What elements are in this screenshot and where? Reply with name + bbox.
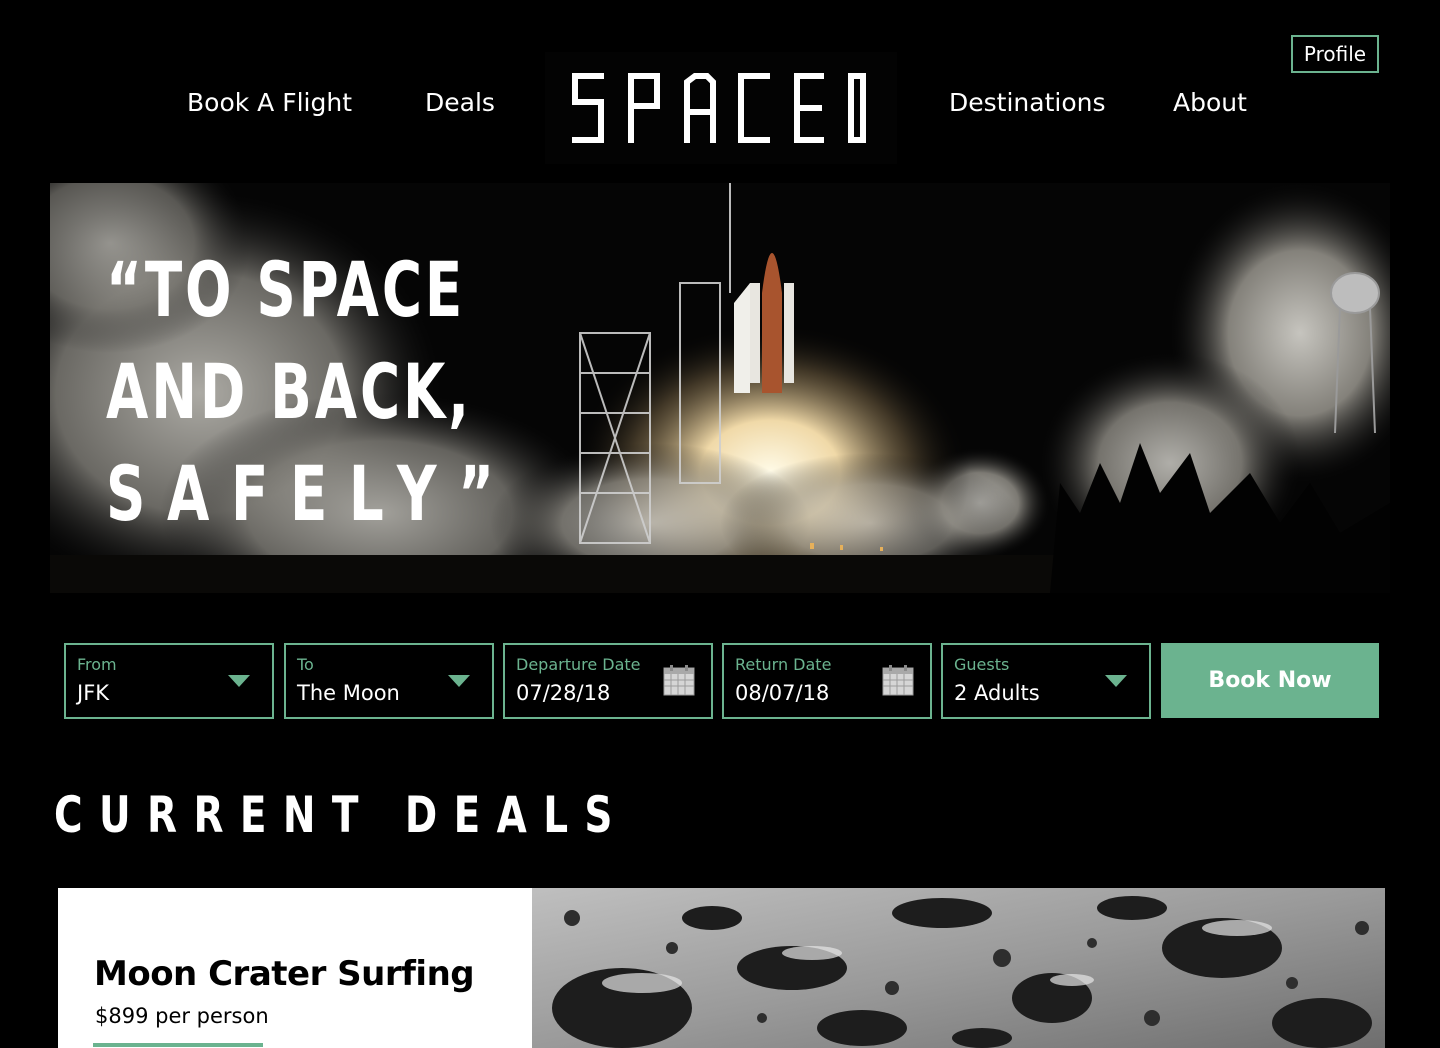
nav-book-a-flight[interactable]: Book A Flight xyxy=(187,88,352,117)
deal-card[interactable]: Moon Crater Surfing $899 per person xyxy=(58,888,532,1048)
deal-price: $899 per person xyxy=(95,1004,269,1028)
nav-about[interactable]: About xyxy=(1173,88,1247,117)
logo-wordmark xyxy=(572,73,866,143)
nav-deals[interactable]: Deals xyxy=(425,88,495,117)
hero-quote-line: “TO SPACE xyxy=(106,245,466,334)
hero-quote-line: AND BACK, xyxy=(106,347,472,436)
hero-quote-line: SAFELY” xyxy=(106,449,516,538)
to-value: The Moon xyxy=(297,681,400,705)
nav-destinations[interactable]: Destinations xyxy=(949,88,1105,117)
calendar-icon[interactable] xyxy=(882,664,914,696)
section-title-current-deals: CURRENT DEALS xyxy=(54,786,629,844)
to-select[interactable]: To The Moon xyxy=(284,643,494,719)
deal-underline xyxy=(93,1043,263,1047)
profile-button[interactable]: Profile xyxy=(1291,35,1379,73)
logo[interactable] xyxy=(545,52,897,164)
from-select[interactable]: From JFK xyxy=(64,643,274,719)
hero-quote: “TO SPACE AND BACK, SAFELY” xyxy=(106,239,516,545)
from-label: From xyxy=(77,655,117,674)
return-date-value: 08/07/18 xyxy=(735,681,830,705)
guests-select[interactable]: Guests 2 Adults xyxy=(941,643,1151,719)
chevron-down-icon xyxy=(228,675,250,687)
departure-date-value: 07/28/18 xyxy=(516,681,611,705)
deal-title: Moon Crater Surfing xyxy=(94,954,475,994)
from-value: JFK xyxy=(77,681,110,705)
calendar-icon[interactable] xyxy=(663,664,695,696)
moon-surface-image xyxy=(532,888,1385,1048)
guests-label: Guests xyxy=(954,655,1010,674)
return-date-field[interactable]: Return Date 08/07/18 xyxy=(722,643,932,719)
return-date-label: Return Date xyxy=(735,655,832,674)
hero-banner: “TO SPACE AND BACK, SAFELY” xyxy=(50,183,1390,593)
departure-date-field[interactable]: Departure Date 07/28/18 xyxy=(503,643,713,719)
chevron-down-icon xyxy=(1105,675,1127,687)
guests-value: 2 Adults xyxy=(954,681,1040,705)
book-now-button[interactable]: Book Now xyxy=(1161,643,1379,718)
to-label: To xyxy=(297,655,314,674)
chevron-down-icon xyxy=(448,675,470,687)
departure-date-label: Departure Date xyxy=(516,655,641,674)
